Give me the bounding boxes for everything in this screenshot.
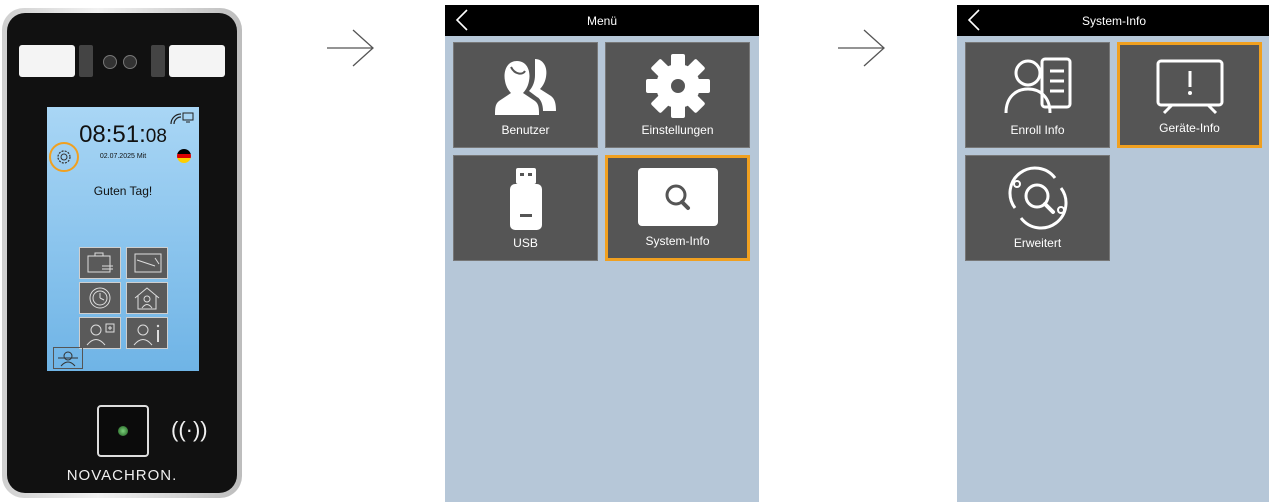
briefcase-icon — [87, 252, 113, 273]
tile-erweitert[interactable]: Erweitert — [965, 155, 1110, 261]
face-recognition-icon[interactable] — [53, 347, 83, 369]
users-icon — [494, 59, 556, 115]
gear-icon — [645, 54, 710, 118]
orbit-search-icon — [1008, 166, 1067, 230]
fingerprint-led — [118, 426, 128, 436]
camera-icon — [103, 55, 117, 69]
tile-label: Geräte-Info — [1159, 121, 1220, 135]
device-button-clock[interactable] — [79, 282, 121, 314]
device-body: 08:51:08 02.07.2025 Mit Guten Tag! ((·))… — [7, 13, 237, 493]
fingerprint-sensor[interactable] — [97, 405, 149, 457]
sensor-gap-left — [79, 45, 93, 77]
system-info-title: System-Info — [1081, 14, 1147, 28]
tile-benutzer[interactable]: Benutzer — [453, 42, 598, 148]
device-button-home[interactable] — [126, 282, 168, 314]
tile-label: Einstellungen — [641, 123, 714, 137]
monitor-alert-icon — [1156, 59, 1223, 115]
usb-icon — [509, 168, 542, 230]
nfc-icon: ((·)) — [171, 417, 208, 442]
system-info-topbar: System-Info — [957, 5, 1269, 36]
camera-icon — [123, 55, 137, 69]
clock-icon — [89, 287, 111, 309]
tile-label: Erweitert — [1013, 236, 1062, 250]
time-clock-device: 08:51:08 02.07.2025 Mit Guten Tag! ((·))… — [2, 8, 242, 498]
clock-seconds: 08 — [145, 126, 167, 147]
menu-topbar: Menü — [445, 5, 759, 36]
german-flag-icon[interactable] — [177, 149, 191, 163]
device-greeting: Guten Tag! — [93, 184, 153, 198]
tile-geraete-info[interactable]: Geräte-Info — [1117, 42, 1262, 148]
tile-usb[interactable]: USB — [453, 155, 598, 261]
tile-label: USB — [513, 236, 538, 250]
user-info-icon — [133, 324, 160, 346]
tile-enroll-info[interactable]: Enroll Info — [965, 42, 1110, 148]
device-button-info[interactable] — [126, 317, 168, 349]
arrow-right-icon — [838, 29, 885, 67]
device-screen: 08:51:08 02.07.2025 Mit Guten Tag! — [47, 107, 199, 371]
tile-label: System-Info — [645, 234, 710, 248]
device-brand: NOVACHRON. — [66, 467, 178, 484]
arrow-right-icon — [327, 29, 374, 67]
device-button-smoke[interactable] — [126, 247, 168, 279]
tile-label: Enroll Info — [1010, 123, 1065, 137]
user-card-icon — [1004, 57, 1071, 114]
sensor-left — [19, 45, 75, 77]
menu-title: Menü — [586, 14, 618, 28]
tile-system-info[interactable]: System-Info — [605, 155, 750, 261]
sensor-right — [169, 45, 225, 77]
search-icon — [637, 168, 718, 226]
device-button-case[interactable] — [79, 247, 121, 279]
menu-screen: Menü Benutzer Einstellungen USB System-I… — [445, 5, 759, 502]
tile-einstellungen[interactable]: Einstellungen — [605, 42, 750, 148]
tile-label: Benutzer — [501, 123, 550, 137]
device-button-enroll[interactable] — [79, 317, 121, 349]
sensor-gap-right — [151, 45, 165, 77]
break-icon — [134, 253, 162, 273]
system-info-screen: System-Info Enroll Info Geräte-Info Erwe… — [957, 5, 1269, 502]
clock-hm: 08:51: — [79, 121, 146, 148]
home-user-icon — [134, 287, 160, 310]
user-add-icon — [86, 323, 115, 346]
